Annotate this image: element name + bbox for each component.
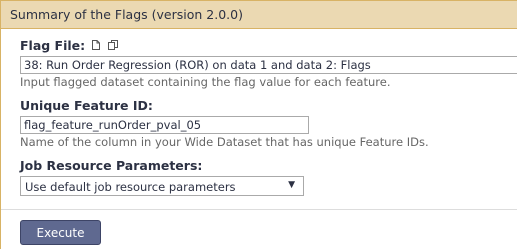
form-divider [1, 209, 517, 210]
tool-form-body: Flag File: 38: Run Order Regression (ROR… [1, 29, 517, 196]
flag-file-label-container: Flag File: [20, 37, 517, 53]
file-icon[interactable] [90, 39, 102, 51]
execute-button[interactable]: Execute [20, 220, 101, 245]
unique-feature-id-help: Name of the column in your Wide Dataset … [20, 135, 429, 149]
flag-file-help: Input flagged dataset containing the fla… [20, 75, 391, 89]
flag-file-label: Flag File: [20, 37, 86, 53]
job-resource-select-value: Use default job resource parameters [25, 180, 236, 194]
chevron-down-icon: ▼ [288, 180, 295, 190]
job-resource-row: Job Resource Parameters: Use default job… [20, 157, 517, 196]
tool-form-title: Summary of the Flags (version 2.0.0) [1, 1, 517, 29]
unique-feature-id-input[interactable]: flag_feature_runOrder_pval_05 [20, 116, 309, 134]
job-resource-select[interactable]: Use default job resource parameters ▼ [20, 176, 304, 196]
flag-file-select[interactable]: 38: Run Order Regression (ROR) on data 1… [20, 56, 517, 74]
flag-file-row: Flag File: 38: Run Order Regression (ROR… [20, 37, 517, 89]
unique-feature-id-row: Unique Feature ID: flag_feature_runOrder… [20, 97, 517, 149]
job-resource-label: Job Resource Parameters: [20, 157, 203, 173]
copy-icon[interactable] [107, 39, 119, 51]
unique-feature-id-label: Unique Feature ID: [20, 97, 153, 113]
tool-form-panel: Summary of the Flags (version 2.0.0) Fla… [0, 0, 517, 249]
